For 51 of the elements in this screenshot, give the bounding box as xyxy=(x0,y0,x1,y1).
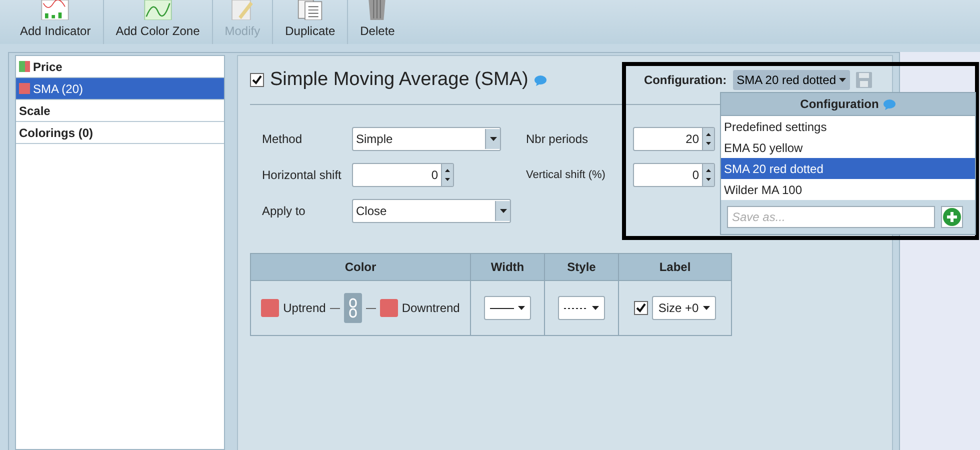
checkbox[interactable] xyxy=(634,301,648,315)
sidebar-item[interactable]: SMA (20) xyxy=(16,78,224,100)
toolbar-button[interactable]: Delete xyxy=(348,0,407,44)
menu-title: Configuration xyxy=(800,97,879,111)
chat-bubble-icon xyxy=(882,98,896,110)
column-header: Style xyxy=(545,254,619,281)
chain-link-icon xyxy=(348,298,357,318)
select-field[interactable]: Close xyxy=(352,199,511,223)
menu-option[interactable]: SMA 20 red dotted xyxy=(721,158,975,179)
color-swatch[interactable] xyxy=(261,299,280,317)
chain-link-button[interactable] xyxy=(344,293,362,323)
menu-option[interactable]: Wilder MA 100 xyxy=(721,179,975,200)
line-style-dropdown[interactable] xyxy=(558,296,605,320)
toolbar-button[interactable]: Add Indicator xyxy=(8,0,104,44)
number-field[interactable]: 20 xyxy=(633,127,715,151)
line-chart-icon xyxy=(142,0,174,20)
uptrend-label: Uptrend xyxy=(283,301,326,315)
line-width-dropdown[interactable] xyxy=(484,296,531,320)
caret-icon xyxy=(518,306,525,310)
field-label: Method xyxy=(262,132,304,146)
select-field[interactable]: Simple xyxy=(352,127,501,151)
checkbox[interactable] xyxy=(250,73,264,87)
menu-option[interactable]: Predefined settings xyxy=(721,116,975,137)
label-size-dropdown[interactable]: Size +0 xyxy=(652,296,716,320)
add-button[interactable] xyxy=(941,206,963,228)
field-label: Nbr periods xyxy=(526,132,590,146)
caret-icon xyxy=(702,306,710,310)
field-label: Vertical shift (%) xyxy=(526,169,606,181)
configuration-label: Configuration: xyxy=(644,73,727,87)
field-label: Apply to xyxy=(262,204,306,218)
save-as-field[interactable]: Save as... xyxy=(727,206,935,228)
plus-icon xyxy=(943,208,961,226)
column-header: Label xyxy=(619,254,731,281)
caret-icon xyxy=(839,78,846,82)
configuration-dropdown[interactable]: SMA 20 red dotted xyxy=(732,70,850,90)
chart-icon xyxy=(39,0,72,20)
field-label: Horizontal shift xyxy=(262,168,342,182)
column-header: Width xyxy=(471,254,545,281)
caret-icon xyxy=(592,306,599,310)
toolbar-button[interactable]: Add Color Zone xyxy=(104,0,213,44)
caret-icon xyxy=(490,137,496,141)
downtrend-label: Downtrend xyxy=(402,301,460,315)
column-header: Color xyxy=(251,254,471,281)
indicator-title: Simple Moving Average (SMA) xyxy=(270,69,528,91)
color-swatch[interactable] xyxy=(380,299,398,317)
caret-icon xyxy=(500,209,506,213)
toolbar-button[interactable]: Duplicate xyxy=(273,0,348,44)
chat-bubble-icon xyxy=(534,74,548,86)
number-field[interactable]: 0 xyxy=(352,163,454,187)
menu-option[interactable]: EMA 50 yellow xyxy=(721,137,975,158)
number-field[interactable]: 0 xyxy=(633,163,715,187)
